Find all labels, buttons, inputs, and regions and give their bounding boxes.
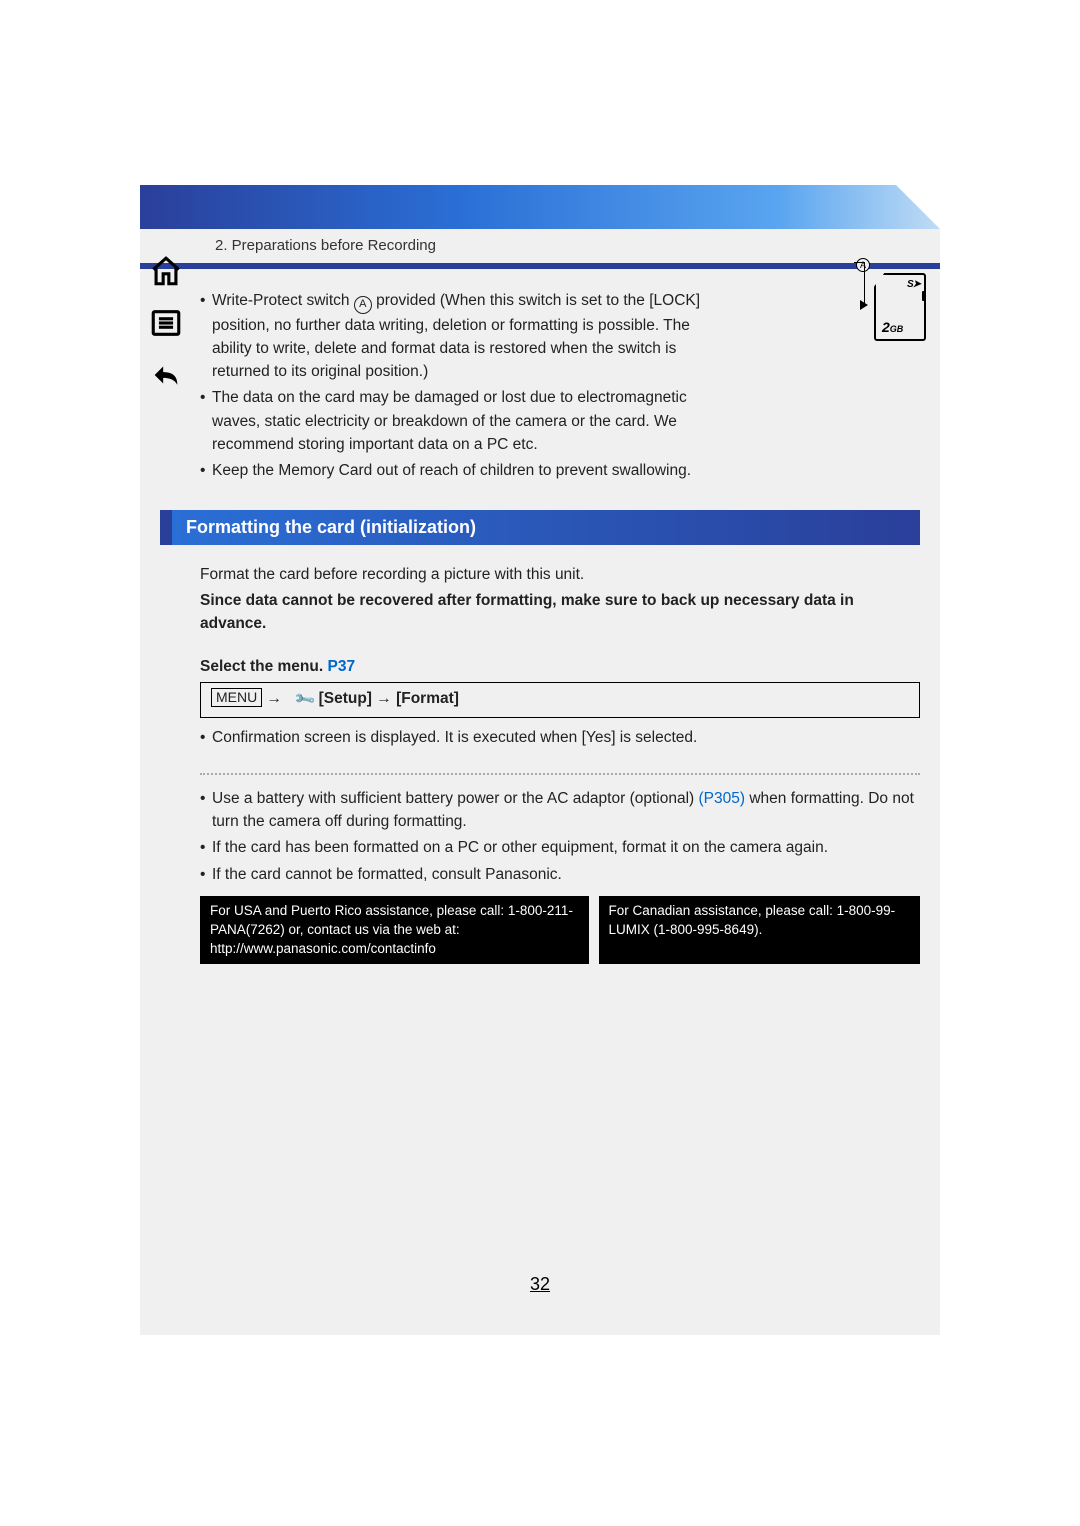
contact-usa: For USA and Puerto Rico assistance, plea…: [200, 896, 589, 965]
format-warning: Since data cannot be recovered after for…: [200, 589, 920, 636]
sd-card-outline: S➤ 2GB: [874, 273, 926, 341]
page-ref-p305[interactable]: (P305): [699, 790, 746, 807]
page-number: 32: [140, 1274, 940, 1295]
header-corner: [896, 185, 940, 229]
note-consult: If the card cannot be formatted, consult…: [200, 863, 920, 886]
confirm-note: Confirmation screen is displayed. It is …: [200, 726, 920, 749]
bullet-data-damage: The data on the card may be damaged or l…: [200, 386, 710, 456]
sidebar-nav: [145, 250, 195, 406]
diagram-label-a: A: [856, 258, 870, 272]
bullet-children: Keep the Memory Card out of reach of chi…: [200, 459, 710, 482]
content-area: Write-Protect switch A provided (When th…: [140, 269, 940, 964]
sd-capacity: 2GB: [882, 319, 903, 335]
manual-page: 2. Preparations before Recording A S➤ 2G…: [140, 185, 940, 1335]
note-battery: Use a battery with sufficient battery po…: [200, 787, 920, 834]
toc-icon[interactable]: [145, 302, 187, 344]
bullet-write-protect: Write-Protect switch A provided (When th…: [200, 289, 710, 383]
breadcrumb: 2. Preparations before Recording: [140, 229, 940, 263]
contact-canada: For Canadian assistance, please call: 1-…: [599, 896, 921, 965]
format-intro: Format the card before recording a pictu…: [200, 563, 920, 586]
footer-notes: Use a battery with sufficient battery po…: [200, 773, 920, 965]
note-pc-format: If the card has been formatted on a PC o…: [200, 836, 920, 859]
section-title: Formatting the card (initialization): [172, 510, 920, 545]
wrench-icon: 🔧: [290, 686, 320, 716]
menu-button-label: MENU: [211, 688, 262, 707]
section-heading: Formatting the card (initialization): [160, 510, 920, 545]
heading-accent: [160, 510, 172, 545]
back-icon[interactable]: [145, 354, 187, 396]
menu-path-rest: [Setup] → [Format]: [319, 690, 459, 707]
circled-a-inline: A: [354, 296, 372, 314]
select-menu-label: Select the menu. P37: [200, 655, 920, 678]
confirm-bullet: Confirmation screen is displayed. It is …: [200, 726, 920, 749]
contact-row: For USA and Puerto Rico assistance, plea…: [200, 896, 920, 965]
menu-path-box: MENU → 🔧 [Setup] → [Format]: [200, 682, 920, 717]
top-bullets: Write-Protect switch A provided (When th…: [200, 289, 710, 482]
page-ref-p37[interactable]: P37: [328, 658, 356, 675]
sd-logo: S➤: [907, 279, 920, 290]
header-bar: [140, 185, 940, 229]
home-icon[interactable]: [145, 250, 187, 292]
sd-card-diagram: A S➤ 2GB: [854, 255, 926, 274]
